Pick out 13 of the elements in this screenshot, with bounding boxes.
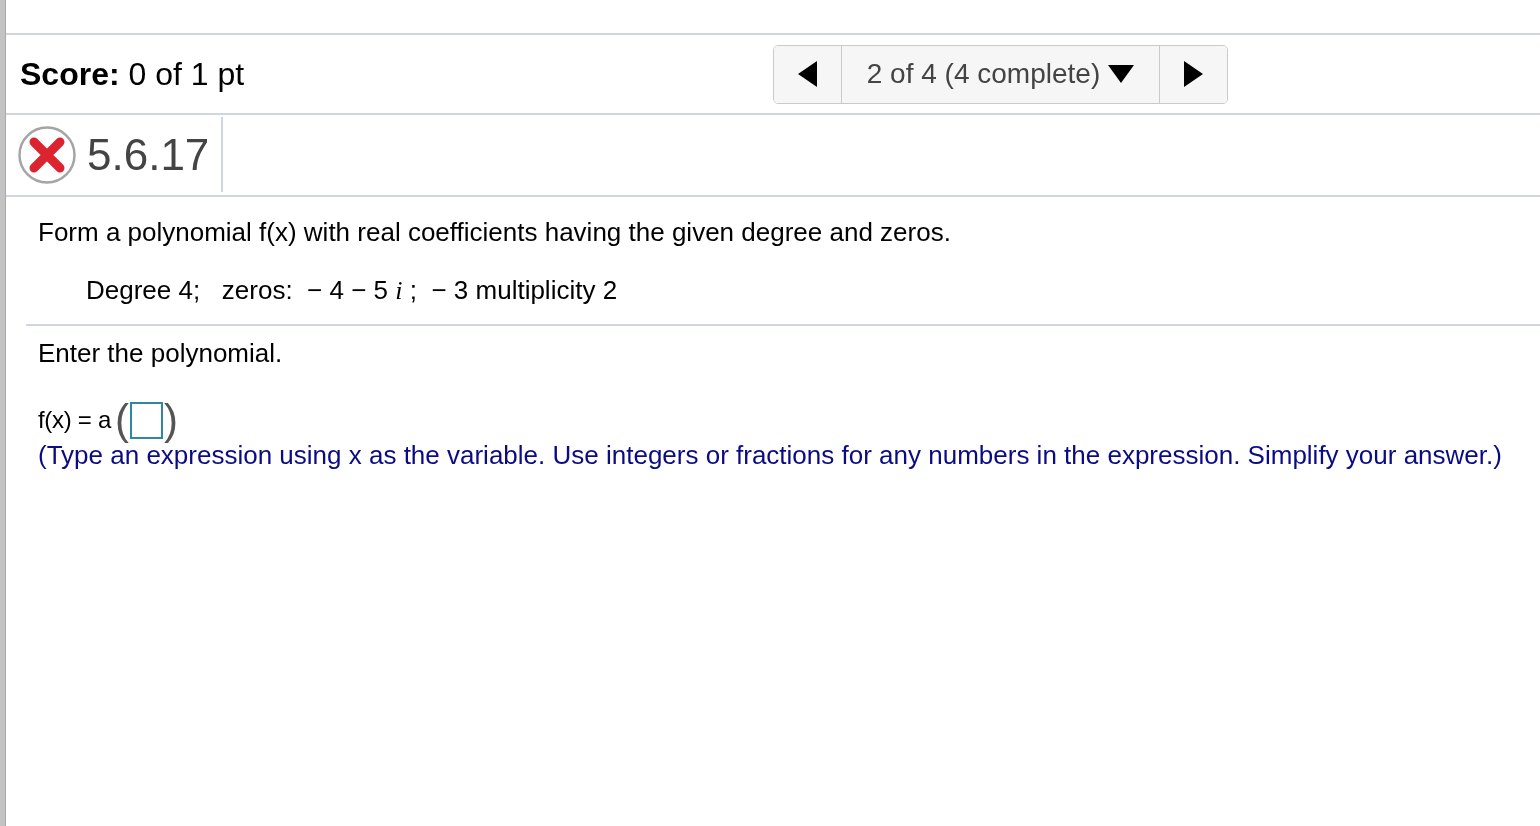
function-expression: f(x) = a (38, 406, 111, 434)
answer-field[interactable] (129, 401, 163, 439)
score-text: Score: 0 of 1 pt (20, 55, 246, 94)
previous-button[interactable] (774, 45, 841, 103)
question-select-button[interactable]: 2 of 4 (4 complete) (841, 45, 1160, 103)
given-conditions: Degree 4; zeros: − 4 − 5 i ; − 3 multiplicity 2 (86, 275, 619, 306)
left-triangle-icon (798, 61, 817, 87)
question-number: 5.6.17 (87, 132, 210, 177)
problem-statement: Form a polynomial f(x) with real coefficients having the given degree and zeros. (38, 217, 952, 247)
caret-down-icon (1108, 65, 1135, 83)
next-button[interactable] (1160, 45, 1227, 103)
answer-prompt: Enter the polynomial. (38, 338, 284, 368)
right-triangle-icon (1184, 61, 1203, 87)
